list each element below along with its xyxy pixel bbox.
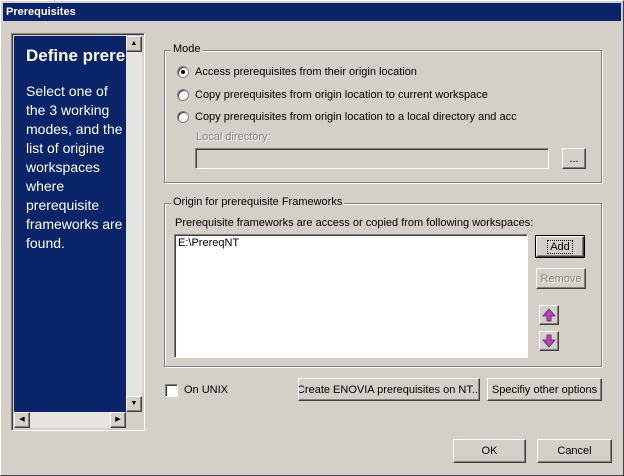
checkbox-icon[interactable] [165,383,178,397]
radio-icon[interactable] [177,111,189,123]
cancel-button[interactable]: Cancel [537,439,612,463]
mode-option-access-label: Access prerequisites from their origin l… [195,66,417,78]
mode-option-copy-workspace-label: Copy prerequisites from origin location … [195,89,488,101]
help-text-area: Define prerequisites Select one of the 3… [14,36,126,412]
local-directory-label: Local directory: [196,131,271,143]
on-unix-checkbox[interactable]: On UNIX [165,383,228,397]
workspace-list[interactable]: E:\PrereqNT [174,234,528,358]
scroll-down-icon[interactable]: ▼ [126,396,142,412]
scroll-right-icon[interactable]: ▶ [110,412,126,428]
radio-icon[interactable] [177,89,189,101]
origin-group: Origin for prerequisite Frameworks Prere… [164,196,602,367]
mode-group: Mode Access prerequisites from their ori… [164,43,602,183]
window-title: Prerequisites [3,3,621,21]
help-panel: Define prerequisites Select one of the 3… [11,33,145,431]
help-title: Define prerequisites [26,46,126,65]
local-directory-input[interactable] [195,148,549,169]
help-body: Select one of the 3 working modes, and t… [26,83,123,251]
move-up-button[interactable] [539,305,559,325]
mode-option-access[interactable]: Access prerequisites from their origin l… [177,65,417,79]
on-unix-label: On UNIX [184,384,229,396]
origin-description: Prerequisite frameworks are access or co… [175,217,534,229]
move-down-button[interactable] [539,331,559,351]
scroll-left-icon[interactable]: ◀ [14,412,30,428]
arrow-down-icon [542,334,556,348]
browse-button[interactable]: ... [562,148,586,169]
scrollbar-corner [126,412,142,428]
help-vertical-scrollbar[interactable]: ▲ ▼ [126,36,142,412]
scroll-up-icon[interactable]: ▲ [126,36,142,52]
create-enovia-button[interactable]: Create ENOVIA prerequisites on NT... [298,378,480,401]
mode-option-copy-workspace[interactable]: Copy prerequisites from origin location … [177,88,488,102]
add-button-label: Add [547,239,573,254]
other-options-button[interactable]: Specifiy other options [487,378,602,401]
prerequisites-dialog: Prerequisites Define prerequisites Selec… [0,0,624,476]
origin-legend: Origin for prerequisite Frameworks [171,196,345,208]
ok-button[interactable]: OK [453,439,526,463]
mode-option-copy-local-label: Copy prerequisites from origin location … [195,111,517,123]
mode-option-copy-local[interactable]: Copy prerequisites from origin location … [177,110,517,124]
list-item[interactable]: E:\PrereqNT [175,235,527,251]
remove-button[interactable]: Remove [536,268,586,289]
add-button[interactable]: Add [535,235,585,258]
arrow-up-icon [542,308,556,322]
mode-legend: Mode [171,43,203,55]
radio-selected-icon[interactable] [177,66,189,78]
help-horizontal-scrollbar[interactable]: ◀ ▶ [14,412,126,428]
